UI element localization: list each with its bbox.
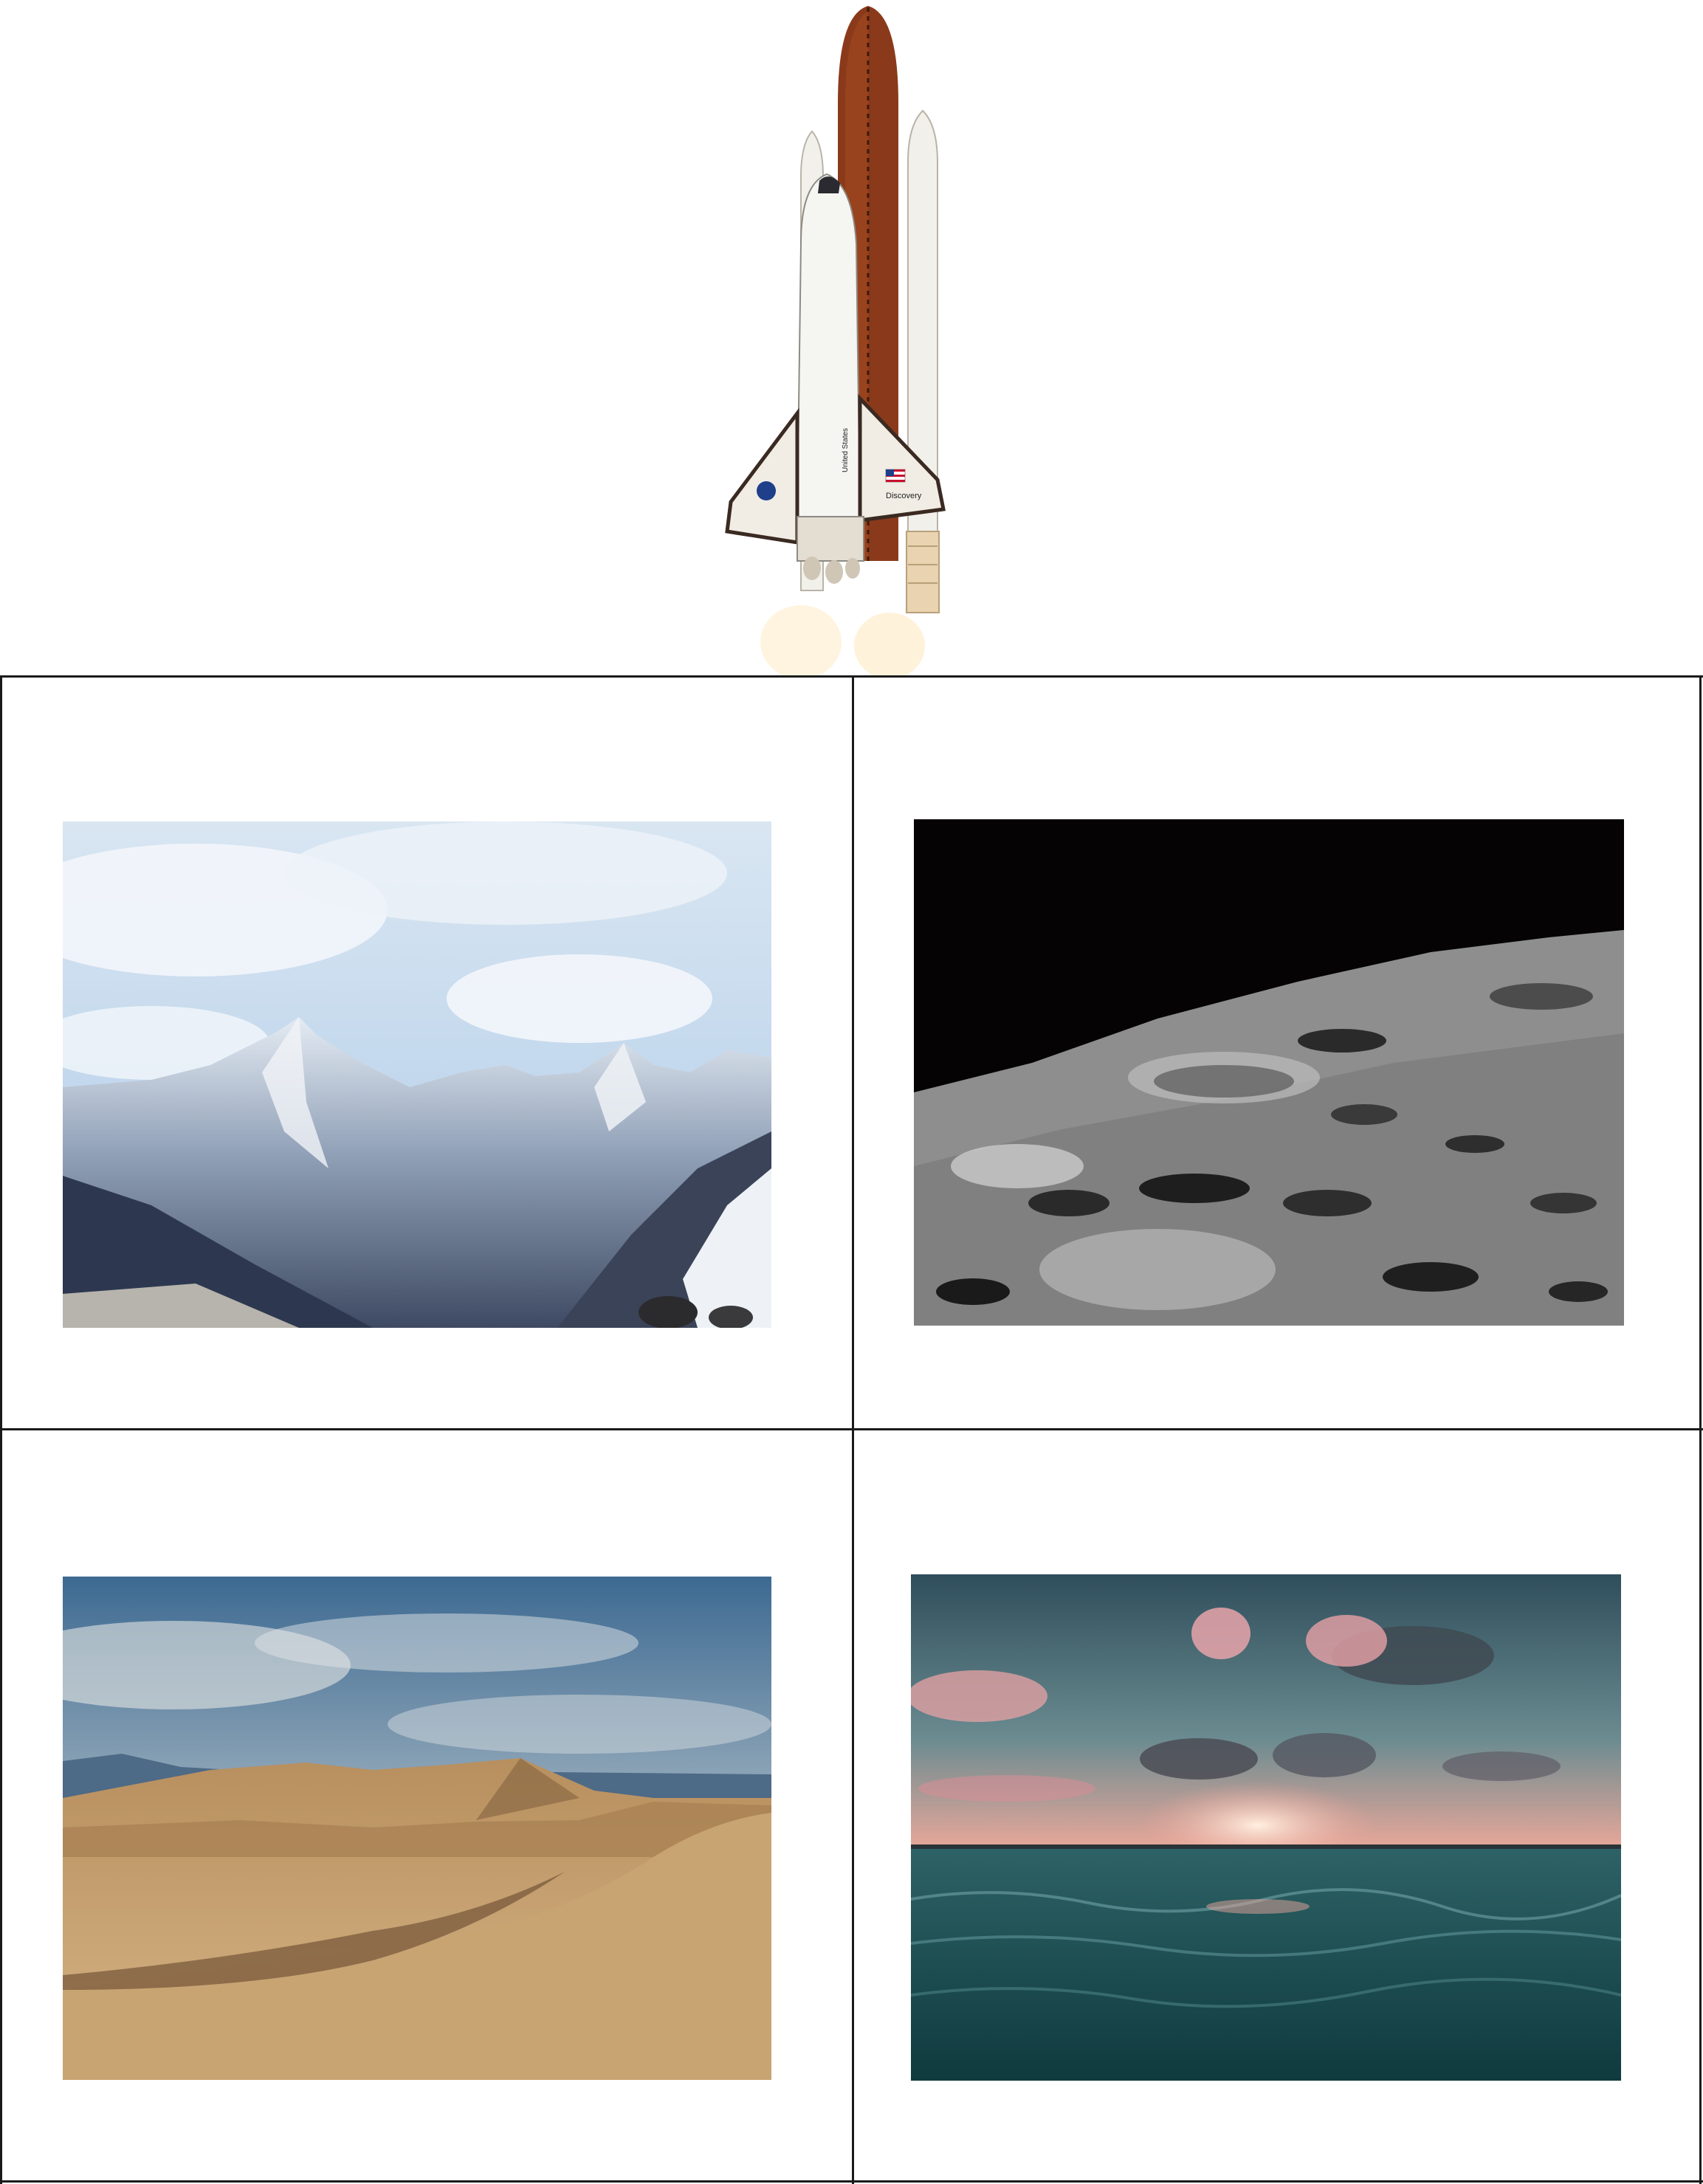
ocean-sunset-photo — [911, 1574, 1621, 2081]
grid-center-divider — [852, 675, 854, 2184]
lunar-surface-photo — [914, 819, 1624, 1326]
grid-right-border — [1699, 675, 1702, 2184]
us-flag-icon — [885, 469, 906, 483]
fuselage-text: United States — [842, 428, 850, 472]
orbiter-name-label: Discovery — [886, 492, 922, 500]
sand-dunes-photo — [63, 1577, 771, 2080]
space-shuttle-image: Discovery United States — [709, 0, 1004, 679]
space-shuttle-icon: Discovery United States — [725, 6, 946, 679]
grid-left-border — [0, 675, 2, 2184]
snowy-mountain-photo — [63, 821, 771, 1328]
